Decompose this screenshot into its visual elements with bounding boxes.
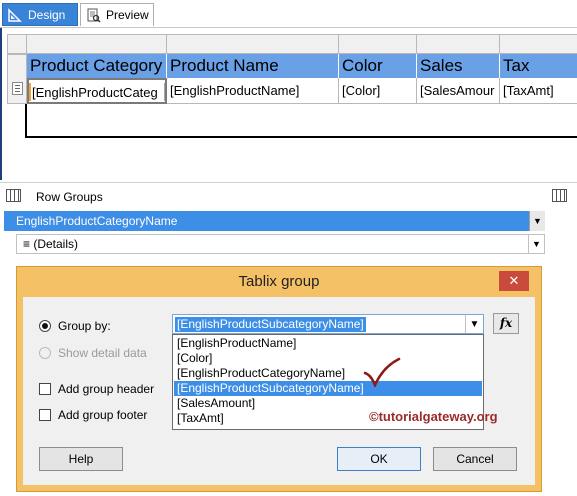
show-detail-radio[interactable] [39, 347, 51, 359]
chevron-down-icon[interactable]: ▼ [529, 211, 545, 231]
dropdown-option[interactable]: [Color] [174, 351, 482, 366]
fx-icon: fx [499, 316, 513, 330]
row-handles[interactable] [7, 54, 27, 104]
data-cell-product-name[interactable]: [EnglishProductName] [167, 78, 339, 104]
tablix-group-dialog: Tablix group ✕ Group by: Show detail dat… [16, 266, 542, 492]
data-cell-product-category[interactable]: [EnglishProductCateg [27, 78, 167, 104]
watermark-text: ©tutorialgateway.org [369, 409, 498, 424]
view-tab-bar: Design Preview [0, 0, 577, 28]
dropdown-option-selected[interactable]: [EnglishProductSubcategoryName] [174, 381, 482, 396]
chevron-down-icon[interactable]: ▼ [528, 235, 544, 253]
dialog-title: Tablix group [238, 273, 320, 290]
row-groups-header: Row Groups [0, 182, 577, 210]
close-button[interactable]: ✕ [499, 271, 529, 291]
add-group-footer-label: Add group footer [58, 408, 148, 422]
tablix-header-row: Product Category Product Name Color Sale… [27, 54, 577, 78]
report-body-border-left [25, 104, 27, 138]
group-item-category-label: EnglishProductCategoryName [16, 214, 178, 228]
header-cell-product-category[interactable]: Product Category [27, 54, 167, 78]
details-row-icon [12, 82, 23, 95]
show-detail-label: Show detail data [58, 346, 147, 360]
dropdown-option[interactable]: [EnglishProductName] [174, 336, 482, 351]
column-handles[interactable] [27, 34, 577, 54]
header-cell-sales[interactable]: Sales [417, 54, 500, 78]
selection-handle-left[interactable] [29, 83, 31, 101]
checkmark-annotation-icon [363, 357, 401, 387]
help-button[interactable]: Help [39, 447, 123, 471]
tab-design[interactable]: Design [2, 3, 78, 26]
tablix-details-row: [EnglishProductCateg [EnglishProductName… [27, 78, 577, 104]
data-cell-sales[interactable]: [SalesAmour [417, 78, 500, 104]
report-body-border-bottom [25, 136, 577, 138]
tab-preview-label: Preview [106, 8, 149, 22]
tablix-corner-handle[interactable] [7, 34, 27, 54]
close-icon: ✕ [508, 273, 520, 288]
add-group-footer-checkbox[interactable] [39, 409, 51, 421]
data-cell-color[interactable]: [Color] [339, 78, 417, 104]
group-item-category[interactable]: EnglishProductCategoryName ▼ [4, 211, 545, 231]
group-item-details[interactable]: ≡ (Details) ▼ [16, 234, 545, 254]
group-by-radio[interactable] [39, 320, 51, 332]
expression-button[interactable]: fx [493, 313, 519, 334]
report-design-surface[interactable]: Product Category Product Name Color Sale… [0, 28, 577, 180]
design-icon [7, 7, 23, 23]
group-by-label: Group by: [58, 319, 111, 333]
group-by-select-value: [EnglishProductSubcategoryName] [175, 317, 366, 332]
group-by-select[interactable]: [EnglishProductSubcategoryName] ▼ [172, 314, 484, 334]
add-group-header-checkbox[interactable] [39, 383, 51, 395]
row-groups-title: Row Groups [36, 190, 103, 204]
group-item-details-label: ≡ (Details) [23, 237, 79, 251]
row-groups-grid-icon [6, 189, 21, 202]
column-groups-grid-icon[interactable] [552, 189, 567, 202]
dropdown-option[interactable]: [EnglishProductCategoryName] [174, 366, 482, 381]
dialog-body: Group by: Show detail data Add group hea… [23, 297, 535, 485]
preview-icon [85, 7, 101, 23]
ok-button[interactable]: OK [337, 447, 421, 471]
tab-preview[interactable]: Preview [80, 3, 154, 26]
cancel-button[interactable]: Cancel [433, 447, 517, 471]
group-by-dropdown-list: [EnglishProductName] [Color] [EnglishPro… [172, 334, 498, 430]
chevron-down-icon[interactable]: ▼ [465, 315, 483, 333]
header-cell-tax[interactable]: Tax [500, 54, 577, 78]
header-cell-product-name[interactable]: Product Name [167, 54, 339, 78]
data-cell-product-category-text: [EnglishProductCateg [32, 85, 158, 100]
data-cell-tax[interactable]: [TaxAmt] [500, 78, 577, 104]
header-cell-color[interactable]: Color [339, 54, 417, 78]
add-group-header-label: Add group header [58, 382, 155, 396]
tab-design-label: Design [28, 7, 66, 22]
